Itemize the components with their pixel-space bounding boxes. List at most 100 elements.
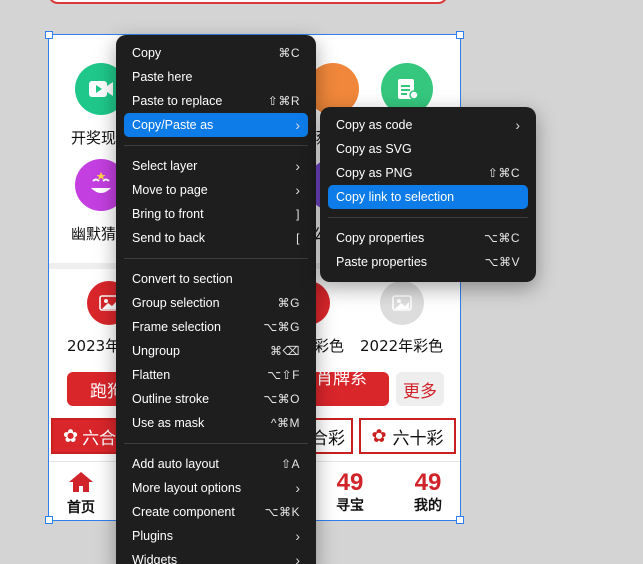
menu-shortcut: ⌘C: [278, 46, 300, 60]
menu-label: Plugins: [132, 529, 173, 543]
color-label: 彩色: [314, 337, 345, 355]
tab-mine-label: 我的: [414, 498, 442, 514]
menu-label: Ungroup: [132, 344, 180, 358]
submenu-item-paste-properties[interactable]: Paste properties ⌥⌘V: [328, 250, 528, 274]
menu-item-frame-selection[interactable]: Frame selection ⌥⌘G: [124, 315, 308, 339]
menu-shortcut: ^⌘M: [270, 416, 300, 430]
menu-label: Copy/Paste as: [132, 118, 214, 132]
menu-shortcut: ⇧⌘R: [267, 94, 300, 108]
menu-item-move-to-page[interactable]: Move to page ›: [124, 178, 308, 202]
submenu-item-copy-as-code[interactable]: Copy as code ›: [328, 113, 528, 137]
menu-item-group-selection[interactable]: Group selection ⌘G: [124, 291, 308, 315]
chevron-right-icon: ›: [295, 528, 300, 544]
menu-shortcut: ⌘G: [277, 296, 300, 310]
menu-item-copy[interactable]: Copy ⌘C: [124, 41, 308, 65]
resize-handle-top-left[interactable]: [45, 31, 53, 39]
pill-more[interactable]: 更多: [396, 372, 444, 406]
menu-label: Copy: [132, 46, 162, 60]
menu-shortcut: ]: [296, 207, 300, 221]
menu-label: Copy properties: [336, 231, 425, 245]
menu-item-paste-here[interactable]: Paste here: [124, 65, 308, 89]
menu-shortcut: ⌥⌘K: [264, 505, 300, 519]
menu-label: Add auto layout: [132, 457, 219, 471]
menu-label: Outline stroke: [132, 392, 210, 406]
tab-treasure[interactable]: 49 寻宝: [329, 471, 371, 515]
menu-label: Paste here: [132, 70, 193, 84]
resize-handle-bottom-right[interactable]: [456, 516, 464, 524]
lottery-button-3[interactable]: ✿ 六十彩: [359, 418, 456, 454]
menu-item-widgets[interactable]: Widgets ›: [124, 548, 308, 564]
submenu-item-copy-properties[interactable]: Copy properties ⌥⌘C: [328, 226, 528, 250]
chevron-right-icon: ›: [295, 182, 300, 198]
bauhinia-icon: ✿: [63, 425, 79, 447]
tab-treasure-label: 寻宝: [336, 498, 364, 514]
menu-label: Copy link to selection: [336, 190, 455, 204]
menu-label: Convert to section: [132, 272, 233, 286]
image-placeholder-icon: [380, 281, 424, 325]
lottery-button-1-label: 六合: [82, 428, 117, 449]
bauhinia-icon: ✿: [371, 425, 387, 447]
menu-shortcut: ⌥⌘V: [484, 255, 520, 269]
menu-shortcut: ⌥⌘C: [484, 231, 520, 245]
menu-shortcut: ⇧⌘C: [487, 166, 520, 180]
menu-divider: [124, 145, 308, 146]
tab-mine[interactable]: 49 我的: [407, 471, 449, 515]
menu-item-use-as-mask[interactable]: Use as mask ^⌘M: [124, 411, 308, 435]
menu-label: Move to page: [132, 183, 208, 197]
menu-item-plugins[interactable]: Plugins ›: [124, 524, 308, 548]
menu-item-convert-to-section[interactable]: Convert to section: [124, 267, 308, 291]
menu-item-bring-to-front[interactable]: Bring to front]: [124, 202, 308, 226]
lottery-button-3-label: 六十彩: [392, 428, 444, 449]
tab-mine-number: 49: [414, 469, 442, 496]
chevron-right-icon: ›: [295, 117, 300, 133]
submenu-item-copy-as-svg[interactable]: Copy as SVG: [328, 137, 528, 161]
menu-item-more-layout-options[interactable]: More layout options ›: [124, 476, 308, 500]
resize-handle-bottom-left[interactable]: [45, 516, 53, 524]
menu-item-select-layer[interactable]: Select layer ›: [124, 154, 308, 178]
year-2022-color-label: 2022年彩色: [360, 337, 444, 355]
chevron-right-icon: ›: [515, 117, 520, 133]
menu-shortcut: ⇧A: [280, 457, 300, 471]
menu-shortcut: ⌥⌘G: [263, 320, 300, 334]
menu-item-copy-paste-as[interactable]: Copy/Paste as ›: [124, 113, 308, 137]
menu-divider: [328, 217, 528, 218]
menu-label: Frame selection: [132, 320, 221, 334]
menu-shortcut: ⌘⌫: [270, 344, 300, 358]
menu-item-flatten[interactable]: Flatten ⌥⇧F: [124, 363, 308, 387]
chevron-right-icon: ›: [295, 480, 300, 496]
menu-item-paste-to-replace[interactable]: Paste to replace ⇧⌘R: [124, 89, 308, 113]
submenu-item-copy-link-to-selection[interactable]: Copy link to selection: [328, 185, 528, 209]
menu-label: Group selection: [132, 296, 220, 310]
resize-handle-top-right[interactable]: [456, 31, 464, 39]
home-icon: [69, 472, 93, 492]
menu-shortcut: ⌥⌘O: [263, 392, 300, 406]
humor-guess-label: 幽默猜: [71, 225, 117, 243]
draw-live-label: 开奖现: [71, 129, 117, 147]
menu-label: Paste to replace: [132, 94, 223, 108]
above-frame-element[interactable]: [48, 0, 448, 4]
tab-home-label: 首页: [67, 500, 95, 516]
context-menu: Copy ⌘C Paste here Paste to replace ⇧⌘R Co…: [116, 35, 316, 564]
menu-label: Create component: [132, 505, 235, 519]
menu-item-outline-stroke[interactable]: Outline stroke ⌥⌘O: [124, 387, 308, 411]
menu-shortcut: ⌥⇧F: [267, 368, 300, 382]
submenu-item-copy-as-png[interactable]: Copy as PNG ⇧⌘C: [328, 161, 528, 185]
tab-home[interactable]: 首页: [61, 471, 101, 517]
menu-label: Widgets: [132, 553, 178, 564]
menu-label: Copy as code: [336, 118, 413, 132]
menu-label: Paste properties: [336, 255, 428, 269]
menu-item-send-to-back[interactable]: Send to back [: [124, 226, 308, 250]
chevron-right-icon: ›: [295, 552, 300, 564]
menu-label: Copy as SVG: [336, 142, 412, 156]
menu-item-create-component[interactable]: Create component ⌥⌘K: [124, 500, 308, 524]
tab-treasure-number: 49: [336, 469, 364, 496]
chevron-right-icon: ›: [295, 158, 300, 174]
menu-label: Copy as PNG: [336, 166, 413, 180]
menu-item-ungroup[interactable]: Ungroup ⌘⌫: [124, 339, 308, 363]
copy-paste-as-submenu: Copy as code › Copy as SVG Copy as PNG ⇧⌘C…: [320, 107, 536, 282]
year-2023-label: 2023年: [67, 337, 121, 355]
menu-label: More layout options: [132, 481, 242, 495]
menu-item-add-auto-layout[interactable]: Add auto layout ⇧A: [124, 452, 308, 476]
menu-label: Send to back: [132, 231, 205, 245]
menu-label: Select layer: [132, 159, 198, 173]
